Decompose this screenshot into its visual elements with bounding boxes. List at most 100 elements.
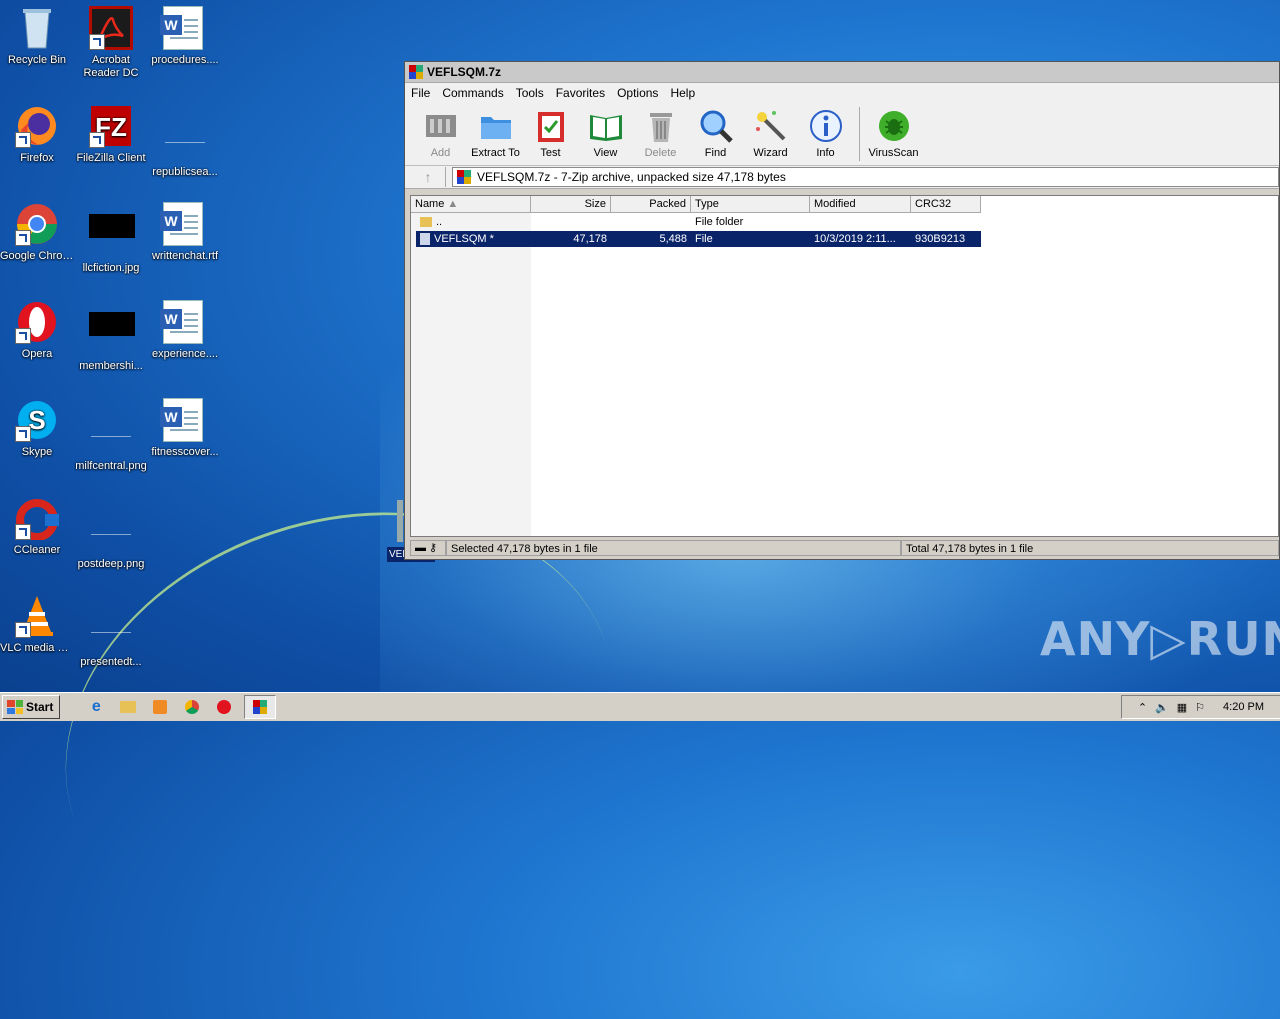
column-type[interactable]: Type — [691, 196, 810, 212]
toolbar: Add Extract To Test View Delete Find Wiz… — [405, 103, 1279, 166]
clock[interactable]: 4:20 PM — [1223, 701, 1264, 713]
add-icon — [424, 109, 458, 143]
menu-favorites[interactable]: Favorites — [550, 86, 611, 100]
desktop-icon-recycle-bin[interactable]: Recycle Bin — [0, 6, 74, 67]
taskbar: Start e ⌃ 🔈 ▦ ⚐ 4:20 PM — [0, 692, 1280, 721]
taskbar-ie-button[interactable]: e — [84, 696, 108, 718]
shortcut-arrow-icon — [89, 34, 105, 50]
taskbar-7zip-button[interactable] — [244, 695, 277, 719]
taskbar-opera-button[interactable] — [212, 696, 236, 718]
image-thumbnail — [89, 312, 135, 336]
sevenzip-app-icon — [253, 700, 268, 714]
sevenzip-window[interactable]: VEFLSQM.7z File Commands Tools Favorites… — [404, 61, 1280, 560]
word-document-icon: W — [160, 398, 207, 442]
status-selected: Selected 47,178 bytes in 1 file — [446, 540, 901, 556]
desktop-icon-republicsea[interactable]: republicsea... — [148, 104, 222, 179]
network-icon[interactable]: ▦ — [1177, 701, 1187, 714]
desktop-icon-membership[interactable]: membershi... — [74, 300, 148, 373]
column-crc32[interactable]: CRC32 — [911, 196, 981, 212]
folder-icon — [120, 701, 137, 713]
add-button[interactable]: Add — [413, 109, 468, 159]
magic-wand-icon — [754, 109, 788, 143]
view-button[interactable]: View — [578, 109, 633, 159]
menu-help[interactable]: Help — [664, 86, 701, 100]
folder-extract-icon — [479, 109, 513, 143]
menu-options[interactable]: Options — [611, 86, 664, 100]
word-document-icon: W — [160, 300, 207, 344]
archive-icon — [457, 170, 471, 184]
desktop-icon-chrome[interactable]: Google Chrome — [0, 202, 74, 263]
desktop-icon-ccleaner[interactable]: CCleaner — [0, 496, 74, 557]
desktop-icon-milfcentral[interactable]: milfcentral.png — [74, 398, 148, 473]
delete-button[interactable]: Delete — [633, 109, 688, 159]
extract-to-button[interactable]: Extract To — [468, 109, 523, 159]
desktop-icon-experience[interactable]: W experience.... — [148, 300, 222, 361]
menu-commands[interactable]: Commands — [436, 86, 509, 100]
desktop-icon-procedures[interactable]: W procedures.... — [148, 6, 222, 67]
action-center-flag-icon[interactable]: ⚐ — [1195, 701, 1205, 714]
desktop-icon-firefox[interactable]: Firefox — [0, 104, 74, 165]
column-size[interactable]: Size — [531, 196, 611, 212]
up-arrow-icon: ↑ — [424, 169, 432, 185]
virusscan-button[interactable]: VirusScan — [866, 109, 921, 159]
sort-ascending-icon: ▲ — [447, 198, 459, 210]
desktop-icon-postdeep[interactable]: postdeep.png — [74, 496, 148, 571]
chrome-icon — [185, 700, 200, 714]
status-bar: ▬ ⚷ Selected 47,178 bytes in 1 file Tota… — [410, 539, 1279, 557]
firefox-icon — [15, 104, 59, 148]
show-hidden-icons-button[interactable]: ⌃ — [1138, 701, 1147, 714]
file-list[interactable]: Name ▲ Size Packed Type Modified CRC32 .… — [410, 195, 1279, 537]
file-icon — [165, 118, 205, 143]
skype-icon: S — [15, 398, 59, 442]
menu-file[interactable]: File — [405, 86, 436, 100]
column-headers: Name ▲ Size Packed Type Modified CRC32 — [411, 196, 981, 213]
internet-explorer-icon: e — [91, 698, 101, 715]
up-folder-button[interactable]: ↑ — [411, 167, 446, 187]
column-modified[interactable]: Modified — [810, 196, 911, 212]
taskbar-explorer-button[interactable] — [116, 696, 140, 718]
test-button[interactable]: Test — [523, 109, 578, 159]
info-button[interactable]: Info — [798, 109, 853, 159]
acrobat-icon — [89, 6, 133, 50]
start-button[interactable]: Start — [2, 695, 61, 719]
wizard-button[interactable]: Wizard — [743, 109, 798, 159]
opera-icon — [217, 700, 232, 714]
desktop-scroll-remnant — [397, 500, 403, 542]
sevenzip-app-icon — [409, 65, 423, 79]
shortcut-arrow-icon — [89, 132, 105, 148]
taskbar-chrome-button[interactable] — [180, 696, 204, 718]
desktop-icon-filezilla[interactable]: FZ FileZilla Client — [74, 104, 148, 165]
word-document-icon: W — [160, 6, 207, 50]
table-row-selected-file[interactable]: VEFLSQM * 47,178 5,488 File 10/3/2019 2:… — [416, 231, 981, 247]
system-tray: ⌃ 🔈 ▦ ⚐ 4:20 PM — [1120, 695, 1280, 719]
info-icon — [809, 109, 843, 143]
window-titlebar[interactable]: VEFLSQM.7z — [405, 62, 1279, 83]
desktop-icon-llcfiction[interactable]: llcfiction.jpg — [74, 202, 148, 275]
desktop-icon-opera[interactable]: Opera — [0, 300, 74, 361]
desktop-icon-vlc[interactable]: VLC media player — [0, 594, 74, 655]
taskbar-media-button[interactable] — [148, 696, 172, 718]
column-name[interactable]: Name ▲ — [411, 196, 531, 212]
column-packed[interactable]: Packed — [611, 196, 691, 212]
desktop-icon-writtenchat[interactable]: W writtenchat.rtf — [148, 202, 222, 263]
path-text: VEFLSQM.7z - 7-Zip archive, unpacked siz… — [477, 170, 786, 184]
desktop-icon-fitnesscover[interactable]: W fitnesscover... — [148, 398, 222, 459]
desktop-icon-acrobat[interactable]: Acrobat Reader DC — [74, 6, 148, 80]
address-bar: ↑ VEFLSQM.7z - 7-Zip archive, unpacked s… — [405, 166, 1279, 189]
window-title: VEFLSQM.7z — [427, 65, 502, 79]
book-icon — [589, 109, 623, 143]
magnifier-icon — [699, 109, 733, 143]
trash-icon — [644, 109, 678, 143]
status-total: Total 47,178 bytes in 1 file — [901, 540, 1279, 556]
path-field[interactable]: VEFLSQM.7z - 7-Zip archive, unpacked siz… — [452, 167, 1279, 187]
windows-flag-icon — [7, 700, 23, 714]
folder-icon — [420, 217, 432, 227]
image-thumbnail — [91, 608, 131, 633]
volume-icon[interactable]: 🔈 — [1155, 701, 1169, 714]
table-row-parent-folder[interactable]: .. File folder — [416, 214, 981, 230]
menu-tools[interactable]: Tools — [510, 86, 550, 100]
desktop-icon-skype[interactable]: S Skype — [0, 398, 74, 459]
find-button[interactable]: Find — [688, 109, 743, 159]
image-thumbnail — [91, 510, 131, 535]
desktop-icon-presentedt[interactable]: presentedt... — [74, 594, 148, 669]
